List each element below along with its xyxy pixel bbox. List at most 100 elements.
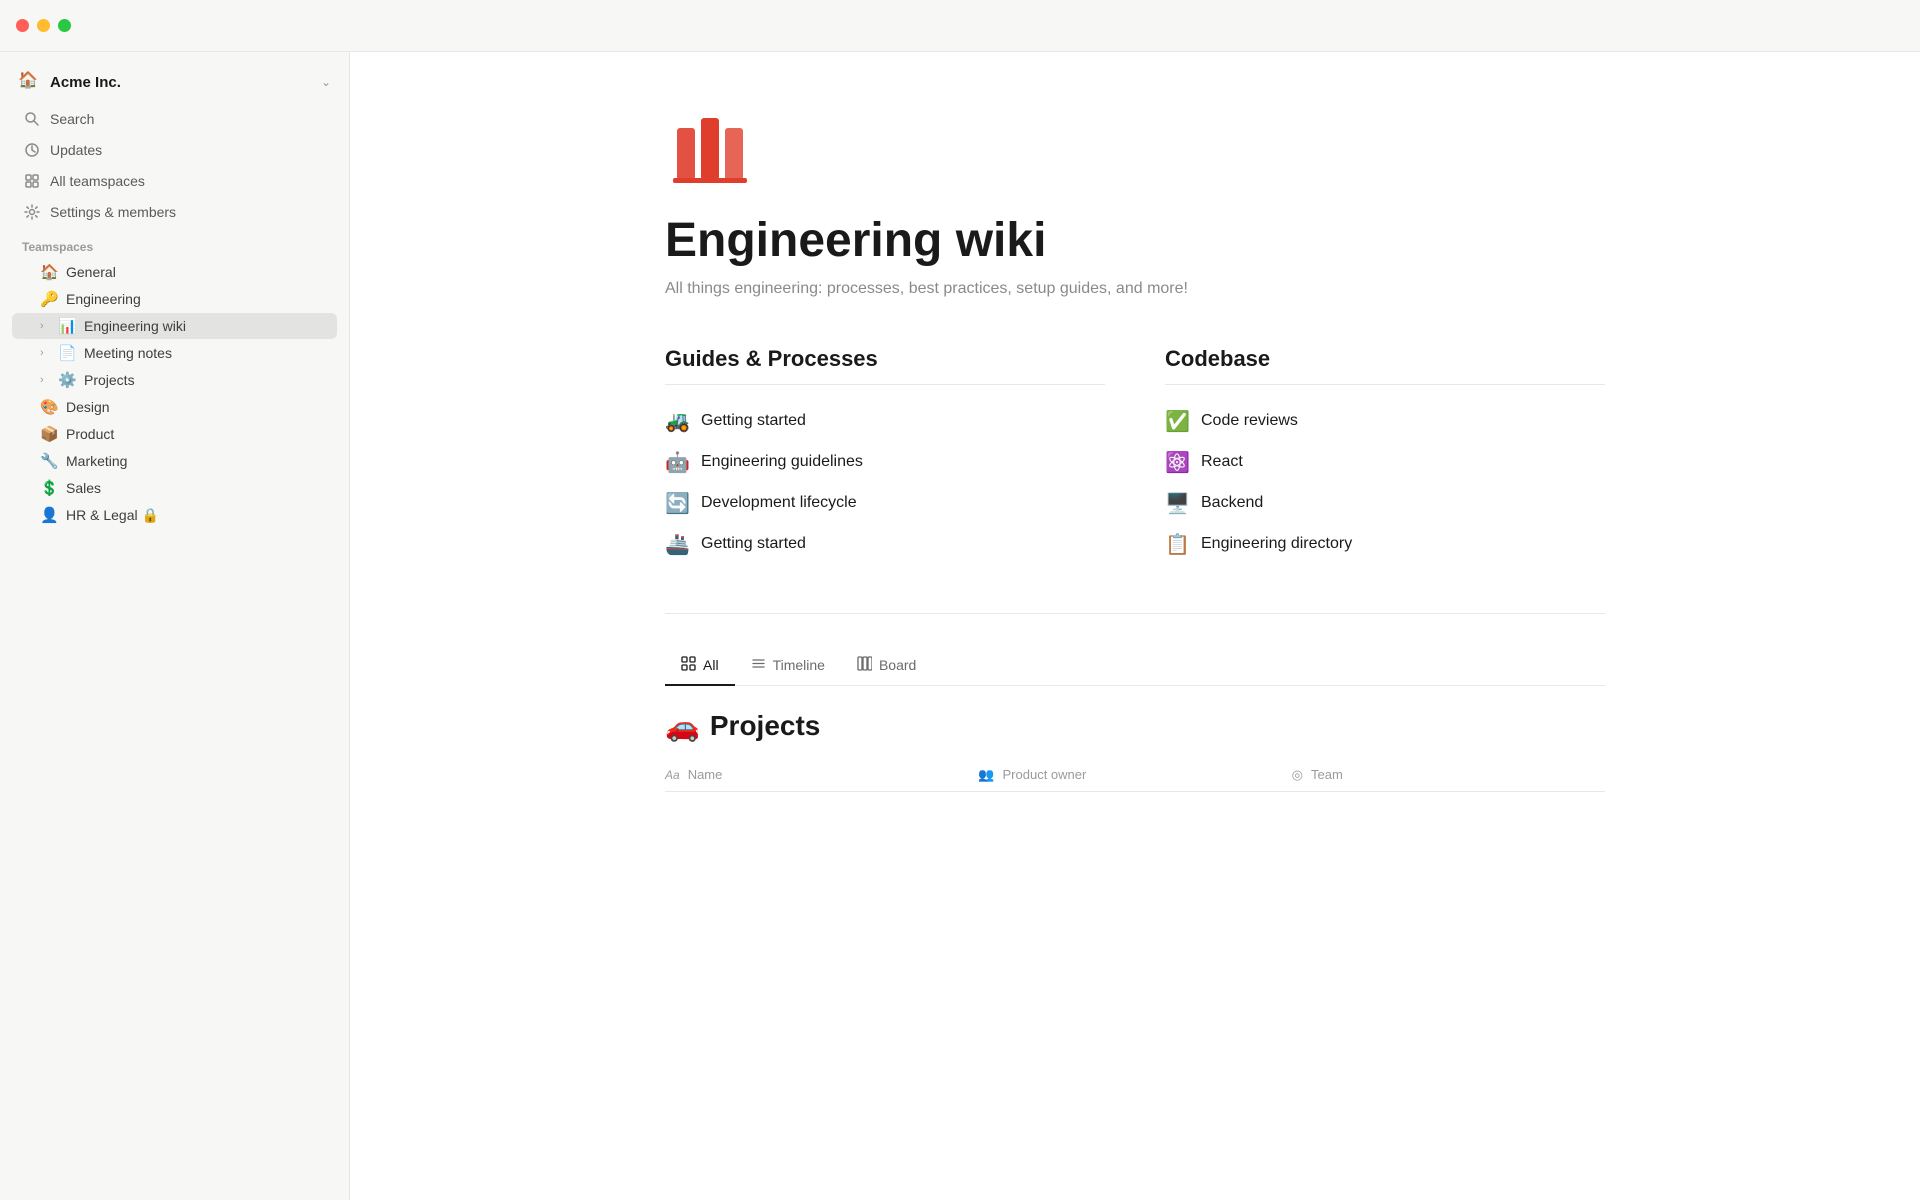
hr-legal-icon: 👤 — [40, 506, 60, 524]
sales-icon: 💲 — [40, 479, 60, 497]
sidebar-item-sales-label: Sales — [66, 480, 327, 496]
sidebar-item-sales[interactable]: 💲 Sales — [12, 475, 337, 501]
sidebar-item-updates-label: Updates — [50, 142, 102, 158]
projects-icon: ⚙️ — [58, 371, 78, 389]
tab-all-label: All — [703, 657, 719, 673]
tab-timeline-label: Timeline — [773, 657, 825, 673]
codebase-section: Codebase ✅ Code reviews ⚛️ React 🖥️ Back… — [1165, 346, 1605, 565]
engineering-icon: 🔑 — [40, 290, 60, 308]
projects-header-label: Projects — [710, 710, 821, 742]
grid-icon — [22, 171, 42, 191]
page-hero-icon — [665, 100, 1605, 195]
workspace-icon: 🏠 — [18, 70, 42, 94]
guides-link-1-label: Engineering guidelines — [701, 453, 863, 471]
col-product-owner-icon: 👥 — [978, 767, 994, 783]
guides-link-2-label: Development lifecycle — [701, 494, 857, 512]
teamspaces-label: Teamspaces — [8, 228, 341, 258]
sidebar-item-meeting-notes-label: Meeting notes — [84, 345, 327, 361]
getting-started-icon-1: 🚜 — [665, 409, 691, 434]
sidebar-item-settings[interactable]: Settings & members — [12, 197, 337, 227]
search-icon — [22, 109, 42, 129]
codebase-link-0-label: Code reviews — [1201, 412, 1298, 430]
col-header-name: Aa Name — [665, 767, 978, 783]
workspace-chevron-icon: ⌄ — [321, 75, 331, 89]
board-tab-icon — [857, 656, 872, 674]
col-header-product-owner: 👥 Product owner — [978, 767, 1291, 783]
engineering-guidelines-icon: 🤖 — [665, 450, 691, 475]
page-subtitle: All things engineering: processes, best … — [665, 280, 1605, 298]
sidebar-top: 🏠 Acme Inc. ⌄ Search Updates — [0, 52, 349, 537]
tab-board-label: Board — [879, 657, 916, 673]
maximize-button[interactable] — [58, 19, 71, 32]
sidebar-item-all-teamspaces[interactable]: All teamspaces — [12, 166, 337, 196]
getting-started-icon-2: 🚢 — [665, 532, 691, 557]
gear-icon — [22, 202, 42, 222]
sidebar-item-updates[interactable]: Updates — [12, 135, 337, 165]
tab-board[interactable]: Board — [841, 646, 932, 686]
codebase-link-3[interactable]: 📋 Engineering directory — [1165, 524, 1605, 565]
marketing-icon: 🔧 — [40, 452, 60, 470]
table-header: Aa Name 👥 Product owner ◎ Team — [665, 759, 1605, 792]
sidebar-item-search-label: Search — [50, 111, 94, 127]
sidebar-item-engineering-wiki-label: Engineering wiki — [84, 318, 327, 334]
projects-header-icon: 🚗 — [665, 710, 700, 743]
product-icon: 📦 — [40, 425, 60, 443]
sidebar-item-projects[interactable]: › ⚙️ Projects — [12, 367, 337, 393]
backend-icon: 🖥️ — [1165, 491, 1191, 516]
close-button[interactable] — [16, 19, 29, 32]
window-chrome — [0, 0, 1920, 52]
tab-timeline[interactable]: Timeline — [735, 646, 841, 686]
chevron-right-icon: › — [40, 347, 58, 359]
workspace-name: Acme Inc. — [50, 74, 321, 91]
projects-header: 🚗 Projects — [665, 710, 1605, 743]
sidebar-item-search[interactable]: Search — [12, 104, 337, 134]
all-tab-icon — [681, 656, 696, 674]
codebase-link-1[interactable]: ⚛️ React — [1165, 442, 1605, 483]
codebase-link-0[interactable]: ✅ Code reviews — [1165, 401, 1605, 442]
sidebar-item-product[interactable]: 📦 Product — [12, 421, 337, 447]
timeline-tab-icon — [751, 656, 766, 674]
sidebar-item-engineering[interactable]: 🔑 Engineering — [12, 286, 337, 312]
col-name-icon: Aa — [665, 768, 680, 782]
engineering-directory-icon: 📋 — [1165, 532, 1191, 557]
clock-icon — [22, 140, 42, 160]
design-icon: 🎨 — [40, 398, 60, 416]
general-icon: 🏠 — [40, 263, 60, 281]
tabs-container: All Timeline — [665, 646, 1605, 686]
col-team-icon: ◎ — [1292, 767, 1303, 783]
guides-link-0-label: Getting started — [701, 412, 806, 430]
sidebar-item-design[interactable]: 🎨 Design — [12, 394, 337, 420]
sidebar: 🏠 Acme Inc. ⌄ Search Updates — [0, 0, 350, 1200]
col-header-team: ◎ Team — [1292, 767, 1605, 783]
traffic-lights — [16, 19, 71, 32]
main-content: 🔑 Engineering / 📊 Engineering wiki — [350, 0, 1920, 1200]
sidebar-item-general-label: General — [66, 264, 327, 280]
sidebar-item-projects-label: Projects — [84, 372, 327, 388]
minimize-button[interactable] — [37, 19, 50, 32]
sidebar-item-hr-legal-label: HR & Legal 🔒 — [66, 507, 327, 524]
tab-all[interactable]: All — [665, 646, 735, 686]
sidebar-item-marketing[interactable]: 🔧 Marketing — [12, 448, 337, 474]
guides-title: Guides & Processes — [665, 346, 1105, 385]
sidebar-item-engineering-label: Engineering — [66, 291, 327, 307]
guides-link-1[interactable]: 🤖 Engineering guidelines — [665, 442, 1105, 483]
sidebar-item-hr-legal[interactable]: 👤 HR & Legal 🔒 — [12, 502, 337, 528]
guides-link-3[interactable]: 🚢 Getting started — [665, 524, 1105, 565]
sidebar-item-settings-label: Settings & members — [50, 204, 176, 220]
guides-link-0[interactable]: 🚜 Getting started — [665, 401, 1105, 442]
codebase-title: Codebase — [1165, 346, 1605, 385]
codebase-link-2[interactable]: 🖥️ Backend — [1165, 483, 1605, 524]
sidebar-item-meeting-notes[interactable]: › 📄 Meeting notes — [12, 340, 337, 366]
content-grid: Guides & Processes 🚜 Getting started 🤖 E… — [665, 346, 1605, 565]
divider — [665, 613, 1605, 614]
guides-link-2[interactable]: 🔄 Development lifecycle — [665, 483, 1105, 524]
chevron-right-icon: › — [40, 374, 58, 386]
sidebar-item-engineering-wiki[interactable]: › 📊 Engineering wiki — [12, 313, 337, 339]
sidebar-item-general[interactable]: 🏠 General — [12, 259, 337, 285]
react-icon: ⚛️ — [1165, 450, 1191, 475]
codebase-link-2-label: Backend — [1201, 494, 1263, 512]
chevron-right-icon: › — [40, 320, 58, 332]
workspace-header[interactable]: 🏠 Acme Inc. ⌄ — [8, 64, 341, 100]
guides-link-3-label: Getting started — [701, 535, 806, 553]
guides-section: Guides & Processes 🚜 Getting started 🤖 E… — [665, 346, 1105, 565]
